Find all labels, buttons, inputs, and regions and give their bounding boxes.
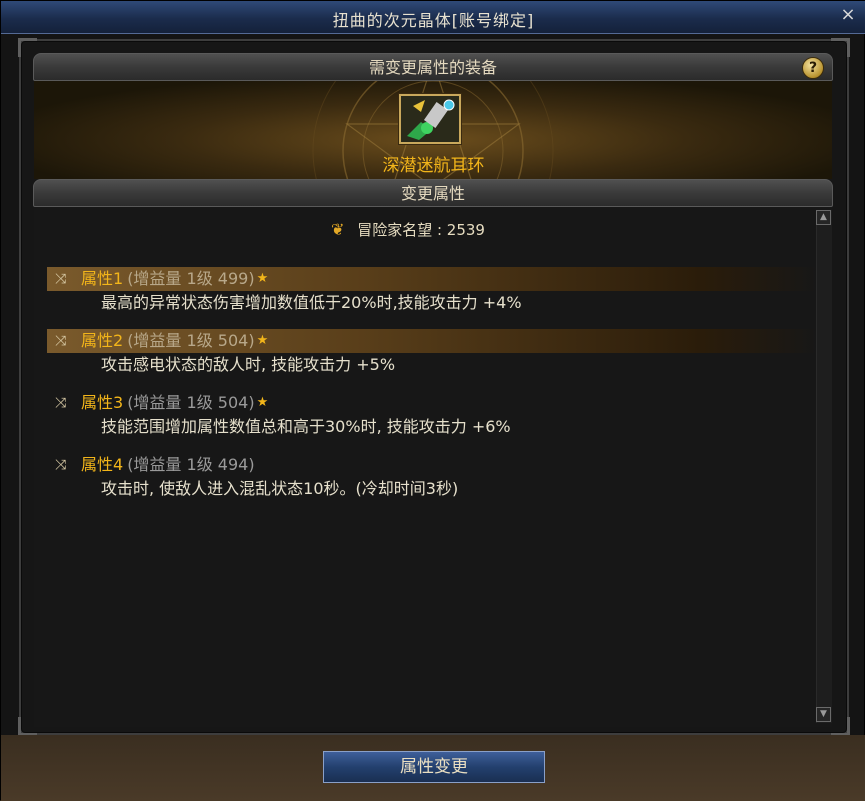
attribute-level-info: (增益量 1级 504) [127,331,255,350]
window-title: 扭曲的次元晶体[账号绑定] [332,11,535,30]
reputation-icon: ❦ [331,220,345,239]
reputation-label: 冒险家名望 : 2539 [357,221,485,239]
shuffle-icon: ⤨ [55,271,67,287]
reputation-display: ❦ 冒险家名望 : 2539 [331,219,485,240]
attribute-header-row[interactable]: ⤨ 属性1 (增益量 1级 499) ★ [47,267,817,291]
attribute-header-row[interactable]: ⤨ 属性4 (增益量 1级 494) [47,453,817,477]
dialog-window: 扭曲的次元晶体[账号绑定] × 需变更属性的装备 ? 深潜迷航耳环 变更属性 ❦… [0,0,865,801]
attribute-level-info: (增益量 1级 499) [127,269,255,288]
attribute-entry[interactable]: ⤨ 属性2 (增益量 1级 504) ★ 攻击感电状态的敌人时, 技能攻击力 +5% [47,329,817,377]
shuffle-icon: ⤨ [55,457,67,473]
shuffle-icon: ⤨ [55,333,67,349]
scroll-down-icon[interactable]: ▼ [816,707,831,722]
earring-item-icon [401,96,459,142]
attr-section-header: 变更属性 [33,179,833,207]
attribute-level-info: (增益量 1级 504) [127,393,255,412]
equipment-slot[interactable] [399,94,461,144]
scroll-up-icon[interactable]: ▲ [816,210,831,225]
star-icon: ★ [256,271,269,286]
attribute-name: 属性3 [81,393,124,412]
attribute-header-row[interactable]: ⤨ 属性2 (增益量 1级 504) ★ [47,329,817,353]
scrollbar-track[interactable] [816,210,832,723]
attribute-entry[interactable]: ⤨ 属性4 (增益量 1级 494) 攻击时, 使敌人进入混乱状态10秒。(冷却时间3… [47,453,817,501]
shuffle-icon: ⤨ [55,395,67,411]
attr-section-title: 变更属性 [400,184,465,203]
star-icon: ★ [256,395,269,410]
attribute-description: 技能范围增加属性数值总和高于30%时, 技能攻击力 +6% [101,417,511,436]
help-icon[interactable]: ? [802,57,824,79]
attribute-name: 属性2 [81,331,124,350]
attribute-description: 攻击时, 使敌人进入混乱状态10秒。(冷却时间3秒) [101,479,459,498]
attribute-description: 最高的异常状态伤害增加数值低于20%时,技能攻击力 +4% [101,293,522,312]
attribute-level-info: (增益量 1级 494) [127,455,255,474]
equip-section-header: 需变更属性的装备 ? [33,53,833,81]
close-icon[interactable]: × [838,5,858,25]
attribute-entry[interactable]: ⤨ 属性3 (增益量 1级 504) ★ 技能范围增加属性数值总和高于30%时, 技能攻… [47,391,817,439]
change-attribute-button[interactable]: 属性变更 [323,751,545,783]
attribute-description: 攻击感电状态的敌人时, 技能攻击力 +5% [101,355,396,374]
attribute-name: 属性1 [81,269,124,288]
attribute-header-row[interactable]: ⤨ 属性3 (增益量 1级 504) ★ [47,391,817,415]
attribute-entry[interactable]: ⤨ 属性1 (增益量 1级 499) ★ 最高的异常状态伤害增加数值低于20%时,技能攻… [47,267,817,315]
star-icon: ★ [256,333,269,348]
title-bar[interactable]: 扭曲的次元晶体[账号绑定] × [1,1,865,34]
equipment-name: 深潜迷航耳环 [382,156,485,176]
equip-section-title: 需变更属性的装备 [368,58,497,77]
attribute-name: 属性4 [81,455,124,474]
